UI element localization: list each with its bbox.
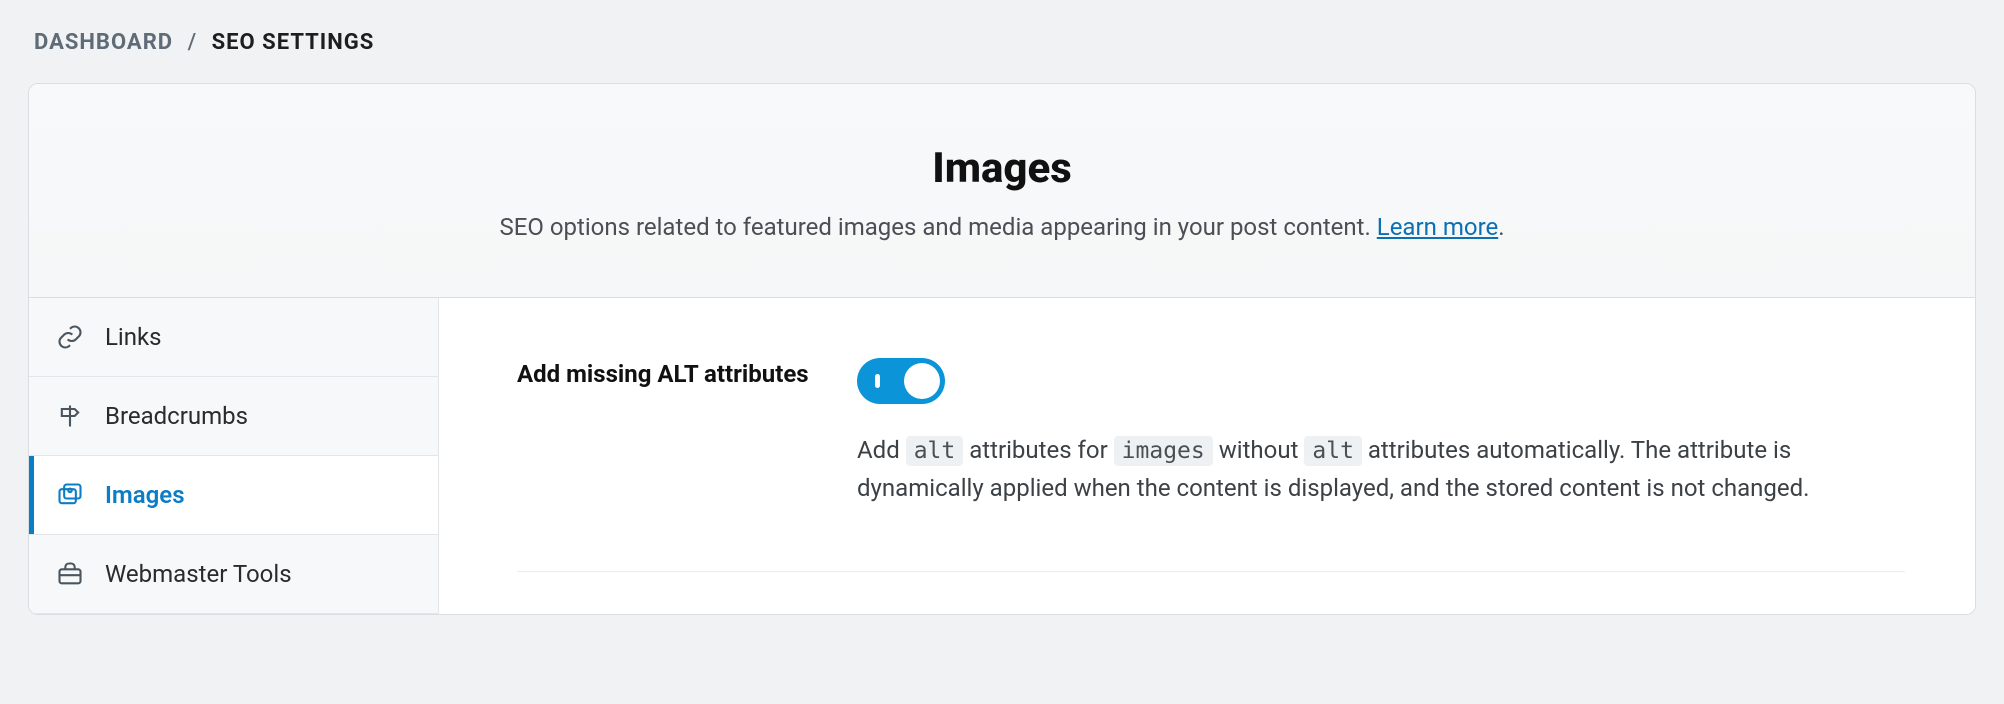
breadcrumb: DASHBOARD / SEO SETTINGS <box>0 0 2004 83</box>
sidebar-item-label: Breadcrumbs <box>105 402 248 430</box>
settings-sidebar: Links Breadcrumbs Images Webmaster Tools <box>29 298 439 614</box>
breadcrumb-separator: / <box>188 30 198 55</box>
signpost-icon <box>55 401 85 431</box>
toggle-alt-attributes[interactable] <box>857 358 945 404</box>
breadcrumb-root[interactable]: DASHBOARD <box>34 30 173 55</box>
setting-description: Add alt attributes for images without al… <box>857 432 1877 507</box>
briefcase-icon <box>55 559 85 589</box>
sidebar-item-breadcrumbs[interactable]: Breadcrumbs <box>29 377 438 456</box>
page-subtitle: SEO options related to featured images a… <box>69 213 1935 241</box>
link-icon <box>55 322 85 352</box>
desc-text: Add <box>857 436 906 464</box>
page-title: Images <box>69 144 1935 193</box>
sidebar-item-label: Links <box>105 323 162 351</box>
settings-panel: Images SEO options related to featured i… <box>28 83 1976 615</box>
code-alt: alt <box>906 436 964 466</box>
sidebar-item-label: Webmaster Tools <box>105 560 292 588</box>
setting-label: Add missing ALT attributes <box>517 358 817 392</box>
setting-row-alt-attributes: Add missing ALT attributes Add alt attri… <box>517 358 1905 572</box>
toggle-knob <box>904 363 940 399</box>
images-icon <box>55 480 85 510</box>
setting-body: Add alt attributes for images without al… <box>857 358 1905 507</box>
desc-text: attributes for <box>963 436 1113 464</box>
subtitle-text: SEO options related to featured images a… <box>499 213 1376 241</box>
panel-body: Links Breadcrumbs Images Webmaster Tools <box>29 298 1975 614</box>
code-alt2: alt <box>1304 436 1362 466</box>
sidebar-item-links[interactable]: Links <box>29 298 438 377</box>
sidebar-item-label: Images <box>105 481 185 509</box>
subtitle-period: . <box>1498 213 1504 241</box>
sidebar-item-webmaster-tools[interactable]: Webmaster Tools <box>29 535 438 614</box>
code-images: images <box>1114 436 1213 466</box>
settings-content: Add missing ALT attributes Add alt attri… <box>439 298 1975 614</box>
learn-more-link[interactable]: Learn more <box>1377 213 1498 241</box>
breadcrumb-current: SEO SETTINGS <box>212 30 375 55</box>
sidebar-item-images[interactable]: Images <box>29 456 438 535</box>
desc-text: without <box>1213 436 1305 464</box>
panel-header: Images SEO options related to featured i… <box>29 84 1975 298</box>
